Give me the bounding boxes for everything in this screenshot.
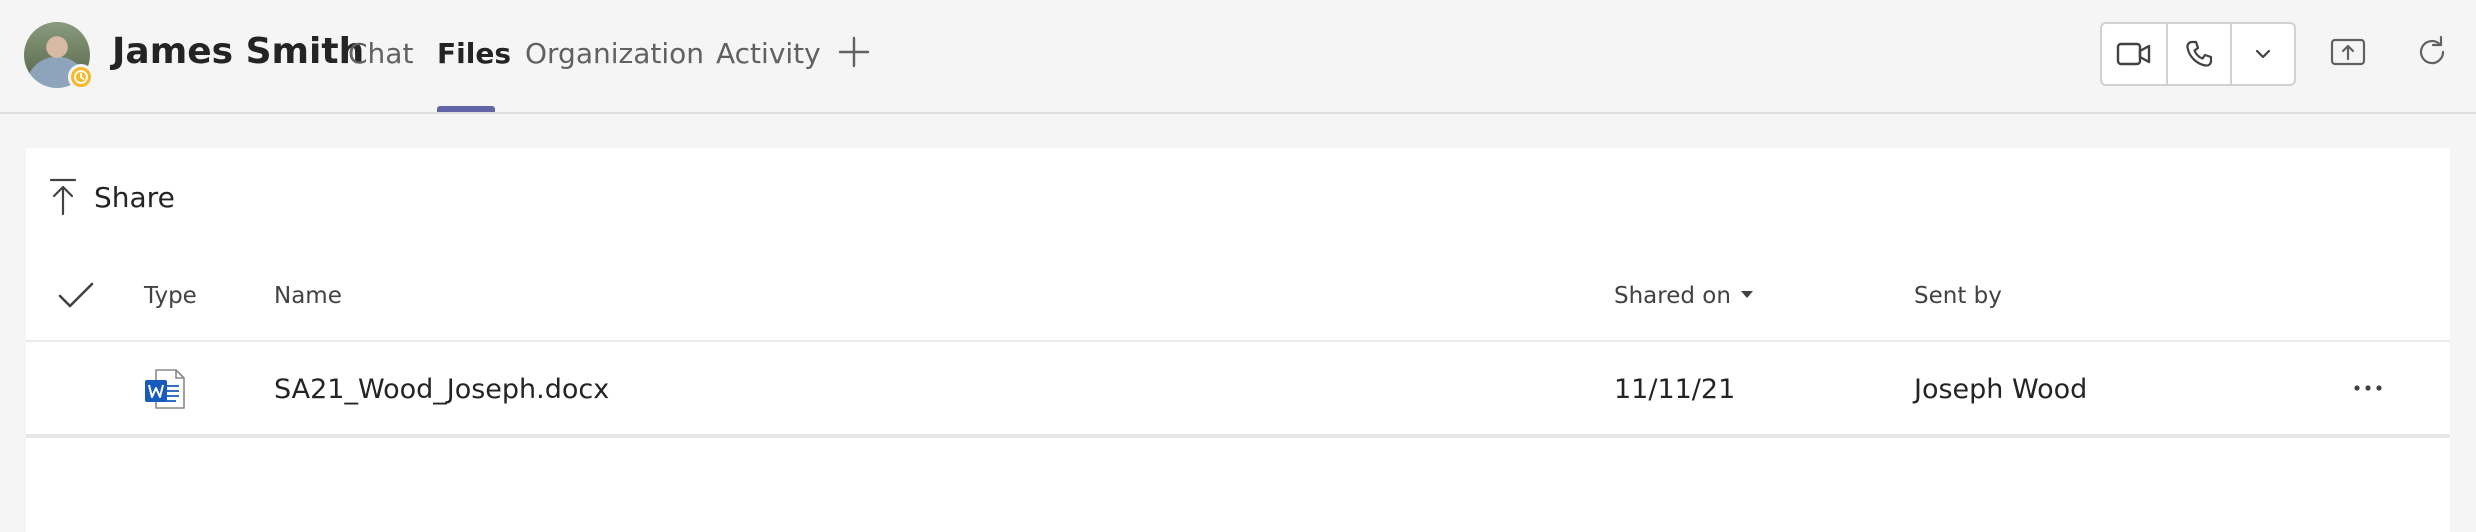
plus-icon [838,36,870,68]
avatar[interactable] [24,22,94,90]
upload-icon [49,178,77,216]
tab-chat[interactable]: Chat [348,34,413,74]
refresh-icon [2419,35,2445,65]
presence-away-icon [68,64,94,90]
tab-activity[interactable]: Activity [716,34,821,74]
more-icon [2354,385,2382,391]
column-header-type[interactable]: Type [144,280,197,312]
sort-descending-icon [1740,291,1753,298]
chat-header: James Smith Chat Files Organization Acti… [0,0,2476,114]
file-name[interactable]: SA21_Wood_Joseph.docx [274,372,609,408]
contact-name: James Smith [112,31,365,72]
more-options-button[interactable] [2346,368,2390,408]
column-header-shared-on-label: Shared on [1614,283,1731,309]
audio-call-button[interactable] [2168,24,2230,84]
tab-files[interactable]: Files [437,34,511,74]
share-screen-icon [2330,38,2366,66]
column-header-shared-on[interactable]: Shared on [1614,280,1753,312]
select-all-checkbox[interactable] [56,276,96,316]
call-options-dropdown[interactable] [2232,24,2294,84]
video-call-button[interactable] [2102,24,2166,84]
share-button[interactable]: Share [48,172,175,222]
column-header-name[interactable]: Name [274,280,342,312]
video-call-icon [2116,42,2151,66]
word-document-icon [144,368,186,410]
refresh-button[interactable] [2410,30,2454,74]
active-tab-indicator [437,106,495,112]
checkmark-icon [58,282,94,308]
share-screen-button[interactable] [2326,30,2370,74]
table-row[interactable]: SA21_Wood_Joseph.docx 11/11/21 Joseph Wo… [26,342,2450,438]
add-tab-button[interactable] [836,34,872,70]
tab-organization[interactable]: Organization [525,34,704,74]
chevron-down-icon [2255,49,2271,59]
share-label: Share [94,180,175,214]
phone-icon [2186,40,2213,67]
call-button-group [2100,22,2296,86]
shared-on-date: 11/11/21 [1614,374,1736,405]
sent-by-name: Joseph Wood [1914,374,2088,405]
column-header-sent-by[interactable]: Sent by [1914,280,2002,312]
files-panel: Share Type Name Shared on Sent by SA21_W… [26,148,2450,532]
